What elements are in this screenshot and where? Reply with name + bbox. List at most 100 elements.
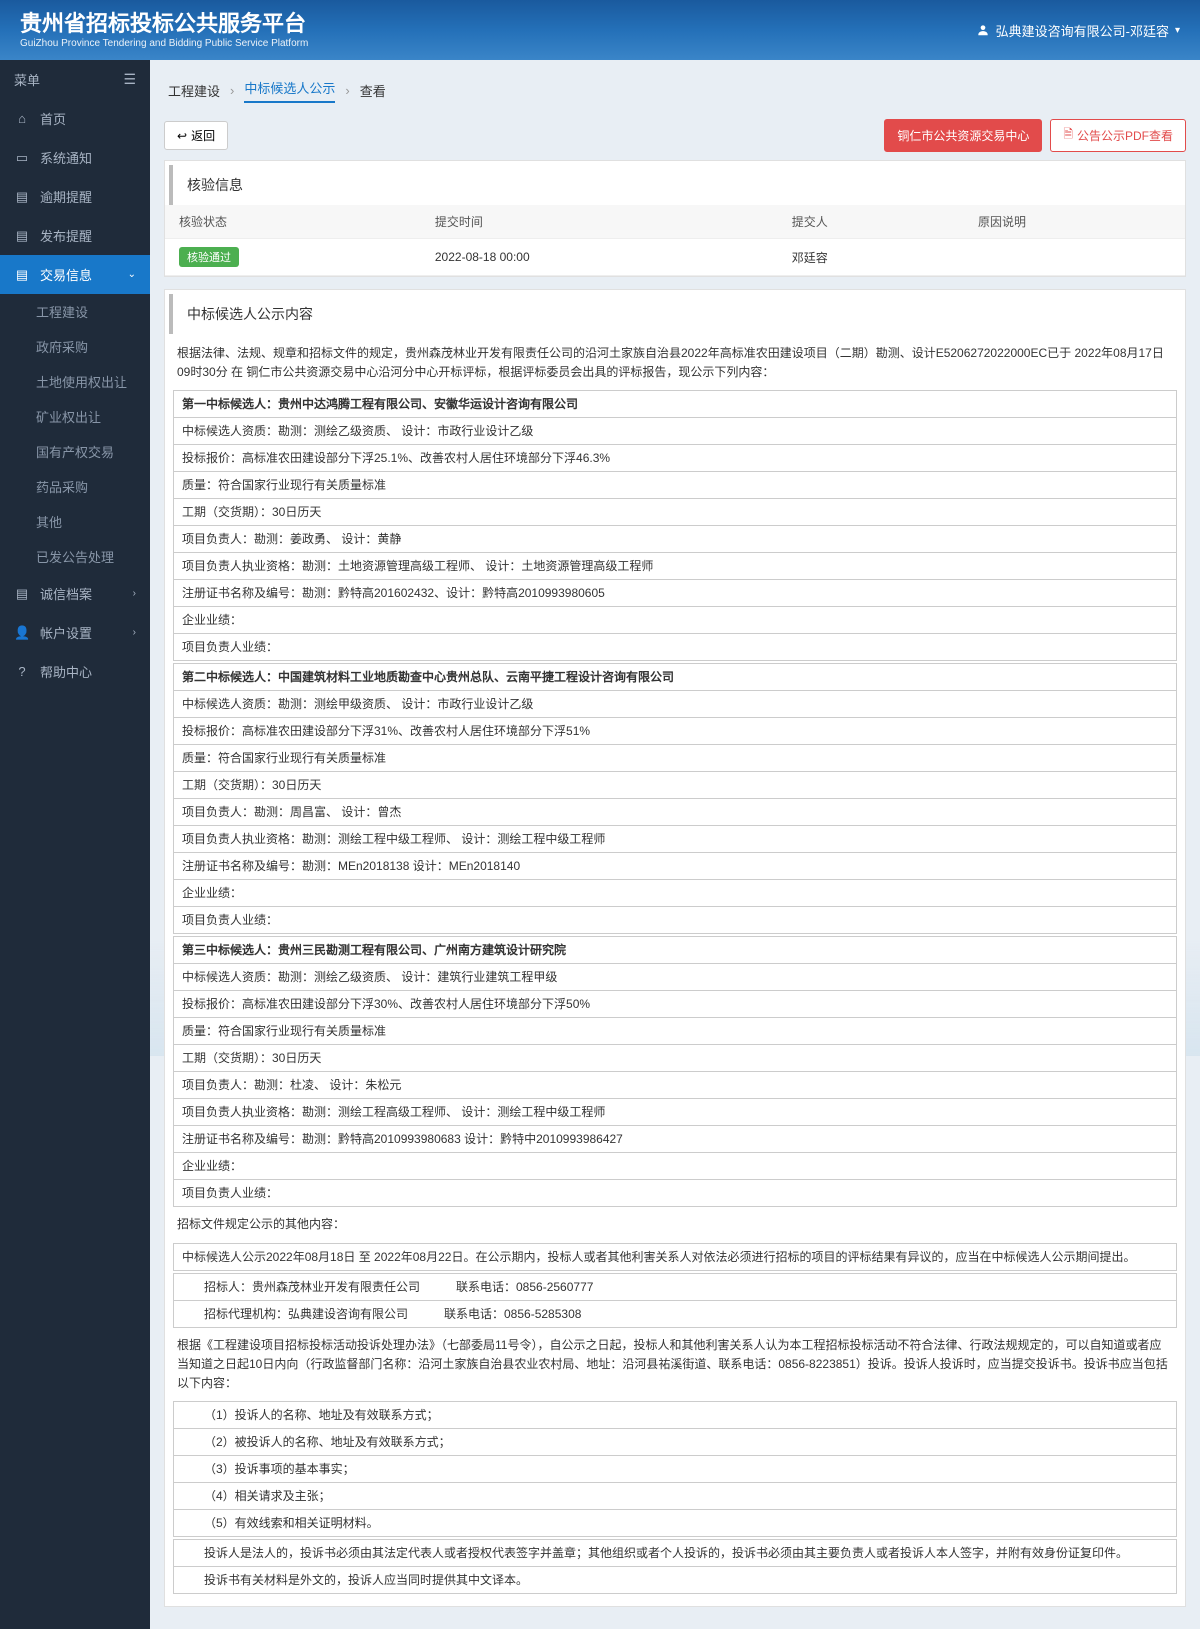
candidate-row: 注册证书名称及编号：勘测：MEn2018138 设计：MEn2018140 <box>174 853 1177 880</box>
candidate-row: 项目负责人业绩： <box>174 634 1177 661</box>
breadcrumb-sep: › <box>345 83 349 98</box>
back-icon: ↩ <box>177 129 187 143</box>
sidebar-item-2[interactable]: ▤ 逾期提醒 <box>0 177 150 216</box>
sidebar-item-6[interactable]: 👤 帐户设置 › <box>0 613 150 652</box>
complaint-item: （3）投诉事项的基本事实； <box>174 1456 1177 1483</box>
sidebar-label: 帐户设置 <box>40 623 92 642</box>
sidebar-label: 系统通知 <box>40 148 92 167</box>
candidate-row: 企业业绩： <box>174 607 1177 634</box>
sidebar-sub-6[interactable]: 其他 <box>0 504 150 539</box>
breadcrumb-1[interactable]: 中标候选人公示 <box>244 78 335 103</box>
candidate-row: 项目负责人业绩： <box>174 907 1177 934</box>
candidate-rank: 第三中标候选人：贵州三民勘测工程有限公司、广州南方建筑设计研究院 <box>174 937 1177 964</box>
pdf-icon: 🗎 <box>1063 125 1073 146</box>
menu-toggle-icon[interactable]: ☰ <box>123 71 136 88</box>
candidate-table-1: 第二中标候选人：中国建筑材料工业地质勘查中心贵州总队、云南平捷工程设计咨询有限公… <box>173 663 1177 934</box>
sidebar-label: 交易信息 <box>40 265 92 284</box>
trade-center-button[interactable]: 铜仁市公共资源交易中心 <box>884 119 1042 152</box>
sidebar-icon: ? <box>14 664 30 679</box>
candidate-row: 项目负责人执业资格：勘测：测绘工程中级工程师、 设计：测绘工程中级工程师 <box>174 826 1177 853</box>
candidate-row: 中标候选人资质：勘测：测绘乙级资质、 设计：市政行业设计乙级 <box>174 418 1177 445</box>
sidebar-item-7[interactable]: ? 帮助中心 <box>0 652 150 691</box>
sidebar-icon: ▭ <box>14 150 30 166</box>
sidebar-sub-2[interactable]: 土地使用权出让 <box>0 364 150 399</box>
sidebar-icon: ▤ <box>14 228 30 244</box>
sidebar-item-0[interactable]: ⌂ 首页 <box>0 99 150 138</box>
complaint-item: （2）被投诉人的名称、地址及有效联系方式； <box>174 1429 1177 1456</box>
candidate-row: 项目负责人业绩： <box>174 1180 1177 1207</box>
candidate-row: 工期（交货期）：30日历天 <box>174 772 1177 799</box>
th-reason: 原因说明 <box>964 205 1185 239</box>
menu-label: 菜单 <box>14 70 40 89</box>
sidebar-label: 诚信档案 <box>40 584 92 603</box>
candidate-row: 项目负责人：勘测：周昌富、 设计：曾杰 <box>174 799 1177 826</box>
candidate-rank: 第二中标候选人：中国建筑材料工业地质勘查中心贵州总队、云南平捷工程设计咨询有限公… <box>174 664 1177 691</box>
contact-row: 招标代理机构：弘典建设咨询有限公司 联系电话：0856-5285308 <box>174 1300 1177 1327</box>
sidebar-icon: ▤ <box>14 586 30 602</box>
sidebar-icon: ▤ <box>14 189 30 205</box>
sidebar-label: 逾期提醒 <box>40 187 92 206</box>
complaint-item: （5）有效线索和相关证明材料。 <box>174 1510 1177 1537</box>
sidebar-sub-5[interactable]: 药品采购 <box>0 469 150 504</box>
chevron-icon: › <box>133 627 136 638</box>
candidate-table-0: 第一中标候选人：贵州中达鸿腾工程有限公司、安徽华运设计咨询有限公司中标候选人资质… <box>173 390 1177 661</box>
candidate-row: 质量：符合国家行业现行有关质量标准 <box>174 745 1177 772</box>
candidate-table-2: 第三中标候选人：贵州三民勘测工程有限公司、广州南方建筑设计研究院中标候选人资质：… <box>173 936 1177 1207</box>
status-badge: 核验通过 <box>179 247 239 267</box>
back-label: 返回 <box>191 127 215 144</box>
pdf-view-button[interactable]: 🗎 公告公示PDF查看 <box>1050 119 1186 152</box>
complaint-item: （1）投诉人的名称、地址及有效联系方式； <box>174 1402 1177 1429</box>
sidebar-item-5[interactable]: ▤ 诚信档案 › <box>0 574 150 613</box>
sidebar-label: 首页 <box>40 109 66 128</box>
contact-row: 招标人：贵州森茂林业开发有限责任公司 联系电话：0856-2560777 <box>174 1273 1177 1300</box>
app-header: 贵州省招标投标公共服务平台 GuiZhou Province Tendering… <box>0 0 1200 60</box>
verify-table: 核验状态 提交时间 提交人 原因说明 核验通过 2022-08-18 00:00… <box>165 205 1185 276</box>
verify-panel: 核验信息 核验状态 提交时间 提交人 原因说明 核验通过 2022-08-18 … <box>164 160 1186 277</box>
cell-submitter: 邓廷容 <box>778 239 964 276</box>
candidate-row: 项目负责人执业资格：勘测：土地资源管理高级工程师、 设计：土地资源管理高级工程师 <box>174 553 1177 580</box>
complaint-intro: 根据《工程建设项目招标投标活动投诉处理办法》（七部委局11号令），自公示之日起，… <box>173 1330 1177 1400</box>
user-menu[interactable]: 弘典建设咨询有限公司-邓廷容 ▾ <box>976 21 1180 40</box>
sidebar-icon: 👤 <box>14 625 30 641</box>
candidate-row: 质量：符合国家行业现行有关质量标准 <box>174 472 1177 499</box>
sidebar-label: 帮助中心 <box>40 662 92 681</box>
th-time: 提交时间 <box>421 205 778 239</box>
candidate-row: 投标报价：高标准农田建设部分下浮31%、改善农村人居住环境部分下浮51% <box>174 718 1177 745</box>
sidebar-item-1[interactable]: ▭ 系统通知 <box>0 138 150 177</box>
sidebar-icon: ⌂ <box>14 111 30 126</box>
sidebar-item-3[interactable]: ▤ 发布提醒 <box>0 216 150 255</box>
user-icon <box>976 23 990 37</box>
chevron-icon: › <box>133 588 136 599</box>
candidate-row: 企业业绩： <box>174 1153 1177 1180</box>
user-name: 弘典建设咨询有限公司-邓廷容 <box>996 21 1169 40</box>
publicity-text: 中标候选人公示2022年08月18日 至 2022年08月22日。在公示期内，投… <box>174 1243 1177 1270</box>
chevron-down-icon: ▾ <box>1175 25 1180 36</box>
candidate-row: 投标报价：高标准农田建设部分下浮25.1%、改善农村人居住环境部分下浮46.3% <box>174 445 1177 472</box>
candidate-row: 中标候选人资质：勘测：测绘甲级资质、 设计：市政行业设计乙级 <box>174 691 1177 718</box>
sidebar-sub-3[interactable]: 矿业权出让 <box>0 399 150 434</box>
complaint-note: 投诉人是法人的，投诉书必须由其法定代表人或者授权代表签字并盖章；其他组织或者个人… <box>174 1540 1177 1567</box>
breadcrumb-0[interactable]: 工程建设 <box>168 81 220 100</box>
announce-panel: 中标候选人公示内容 根据法律、法规、规章和招标文件的规定，贵州森茂林业开发有限责… <box>164 289 1186 1607</box>
sidebar-label: 发布提醒 <box>40 226 92 245</box>
sidebar-sub-4[interactable]: 国有产权交易 <box>0 434 150 469</box>
breadcrumb-2: 查看 <box>360 81 386 100</box>
back-button[interactable]: ↩ 返回 <box>164 121 228 150</box>
sidebar: 菜单 ☰ ⌂ 首页 ▭ 系统通知 ▤ 逾期提醒 ▤ 发布提醒 ▤ 交易信息 ⌄ 工程建设政府采购土地使… <box>0 60 150 1629</box>
cell-time: 2022-08-18 00:00 <box>421 239 778 276</box>
sidebar-sub-1[interactable]: 政府采购 <box>0 329 150 364</box>
verify-title: 核验信息 <box>169 165 1185 205</box>
candidate-row: 项目负责人：勘测：杜凌、 设计：朱松元 <box>174 1072 1177 1099</box>
sidebar-icon: ▤ <box>14 267 30 283</box>
th-status: 核验状态 <box>165 205 421 239</box>
candidate-row: 项目负责人执业资格：勘测：测绘工程高级工程师、 设计：测绘工程中级工程师 <box>174 1099 1177 1126</box>
breadcrumb: 工程建设 › 中标候选人公示 › 查看 <box>164 70 1186 111</box>
sidebar-sub-7[interactable]: 已发公告处理 <box>0 539 150 574</box>
breadcrumb-sep: › <box>230 83 234 98</box>
sidebar-sub-0[interactable]: 工程建设 <box>0 294 150 329</box>
candidate-row: 中标候选人资质：勘测：测绘乙级资质、 设计：建筑行业建筑工程甲级 <box>174 964 1177 991</box>
chevron-icon: ⌄ <box>128 269 136 280</box>
sidebar-item-4[interactable]: ▤ 交易信息 ⌄ <box>0 255 150 294</box>
announce-title: 中标候选人公示内容 <box>169 294 1185 334</box>
announce-intro: 根据法律、法规、规章和招标文件的规定，贵州森茂林业开发有限责任公司的沿河土家族自… <box>173 338 1177 388</box>
